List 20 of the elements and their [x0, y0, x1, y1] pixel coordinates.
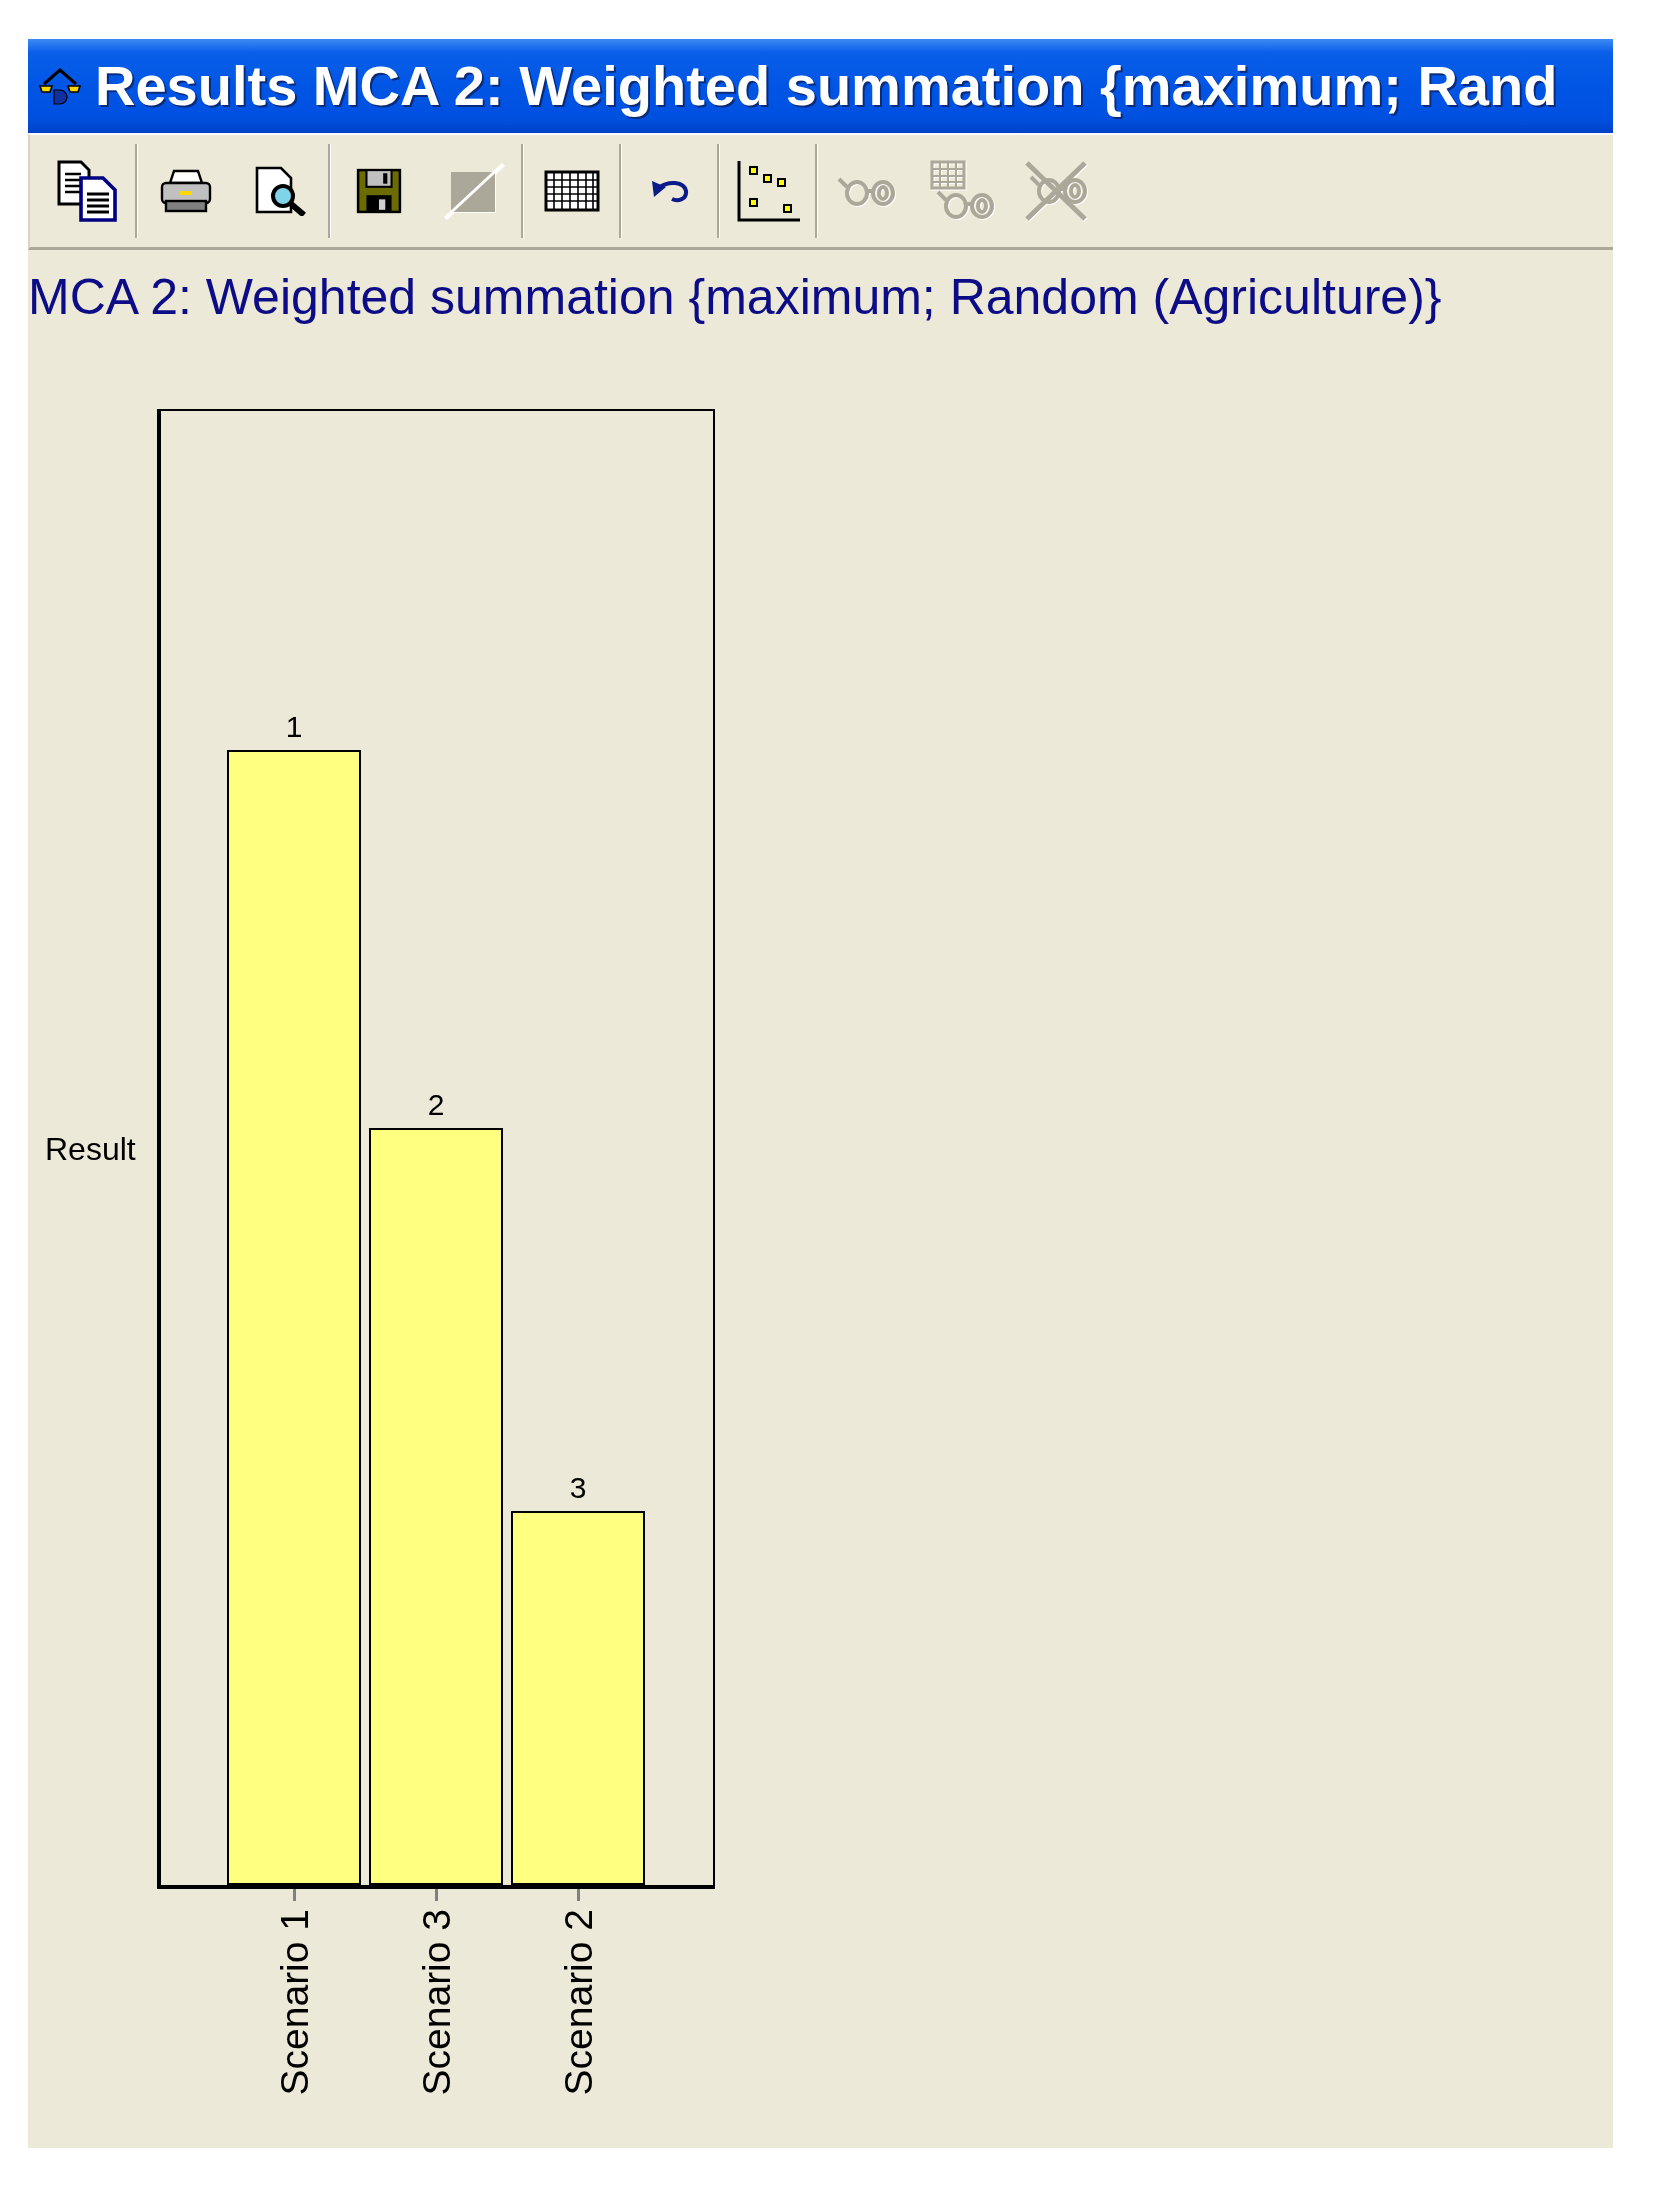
undo-icon	[649, 179, 690, 203]
axis-tick	[292, 1888, 296, 1901]
category-label: Scenario 1	[274, 1908, 314, 2095]
axis-title: Result	[45, 1132, 136, 1165]
square-icon	[442, 162, 505, 220]
glasses-icon	[836, 175, 895, 207]
rank-label: 1	[285, 711, 303, 742]
document-magnifier-icon	[254, 166, 307, 216]
category-label: Scenario 2	[558, 1908, 598, 2095]
scale-icon	[38, 66, 82, 106]
axis-tick	[576, 1888, 580, 1901]
axis-tick	[434, 1888, 438, 1901]
rank-label: 3	[569, 1472, 587, 1503]
scatter-plot-icon	[735, 159, 800, 223]
rank-label: 2	[427, 1089, 445, 1120]
table-grid-icon	[543, 170, 600, 212]
category-label: Scenario 3	[416, 1908, 456, 2095]
chart-heading: MCA 2: Weighted summation {maximum; Random (Agriculture)}	[28, 269, 1442, 327]
copy-icon	[56, 160, 119, 222]
printer-icon	[159, 169, 212, 213]
